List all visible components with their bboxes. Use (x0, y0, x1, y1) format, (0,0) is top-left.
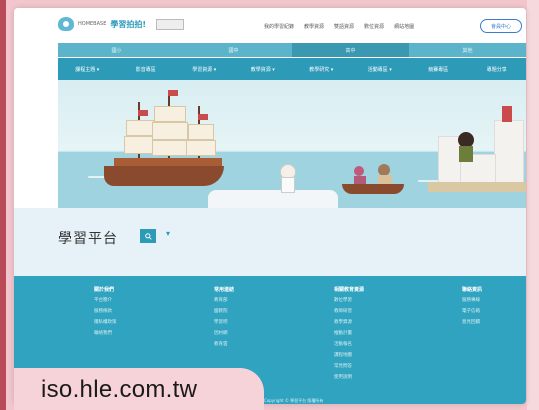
logo-subtext: HOMEBASE (78, 21, 107, 27)
top-links: 我的學習紀錄 教學資源 雙語資源 數位資源 網站地圖 (264, 23, 414, 30)
right-edge-stripe (527, 0, 539, 410)
footer-link[interactable]: 推動計畫 (334, 330, 364, 336)
footer-link[interactable]: 國教院 (214, 308, 234, 314)
footer-link[interactable]: 平台簡介 (94, 297, 117, 303)
top-link[interactable]: 教學資源 (304, 23, 324, 30)
footer-link[interactable]: 教育雲 (214, 341, 234, 347)
top-link[interactable]: 網站地圖 (394, 23, 414, 30)
footer-column: 關於我們 平台簡介 服務條款 隱私權政策 聯絡我們 (94, 286, 117, 341)
footer-link[interactable]: 服務條款 (94, 308, 117, 314)
hero-banner[interactable] (58, 80, 526, 208)
level-tabs: 國小 國中 高中 其他 (58, 43, 526, 57)
website-frame: HOMEBASE 學習拍拍! 我的學習紀錄 教學資源 雙語資源 數位資源 網站地… (14, 8, 526, 404)
top-link[interactable]: 雙語資源 (334, 23, 354, 30)
url-overlay-text: iso.hle.com.tw (41, 376, 198, 403)
ship-sail (154, 106, 186, 122)
ship-sail (188, 124, 214, 140)
ship-sail (126, 120, 154, 136)
search-icon (144, 232, 152, 240)
tab-level-active[interactable]: 高中 (292, 43, 409, 57)
top-link[interactable]: 數位資源 (364, 23, 384, 30)
footer-link[interactable]: 數位學習 (334, 297, 364, 303)
nav-item[interactable]: 教學研究 ▾ (292, 58, 351, 80)
site-logo[interactable]: HOMEBASE 學習拍拍! (58, 17, 185, 31)
member-center-button[interactable]: 會員中心 (480, 19, 522, 33)
platform-title: 學習平台 (58, 231, 118, 247)
logo-name: 學習拍拍! (110, 19, 147, 29)
nav-item[interactable]: 教學資源 ▾ (234, 58, 293, 80)
footer-link[interactable]: 教學資源 (334, 319, 364, 325)
ship-flag (168, 90, 178, 96)
logo-icon (58, 17, 74, 31)
footer-link[interactable]: 使用說明 (334, 374, 364, 380)
nav-item[interactable]: 課程主題 ▾ (58, 58, 117, 80)
footer-heading: 常用連結 (214, 287, 235, 293)
ship-sail (152, 140, 188, 156)
footer-column: 相關教育資源 數位學習 教師研習 教學資源 推動計畫 活動報名 課程地圖 常見問… (334, 286, 364, 385)
footer-link[interactable]: 意見回饋 (462, 319, 482, 325)
nav-item[interactable]: 影音專區 (117, 58, 176, 80)
footer-heading: 相關教育資源 (334, 287, 365, 293)
tab-level[interactable]: 國小 (58, 43, 175, 57)
footer-link[interactable]: 教育部 (214, 297, 234, 303)
footer-link[interactable]: 隱私權政策 (94, 319, 117, 325)
learning-platform-section: 學習平台 ▾ (14, 208, 526, 276)
footer-heading: 聯絡資訊 (462, 287, 483, 293)
top-link[interactable]: 我的學習紀錄 (264, 23, 294, 30)
character-body (281, 177, 295, 193)
boat-passenger (354, 166, 364, 176)
footer-link[interactable]: 常見問答 (334, 363, 364, 369)
bear-character-body (459, 146, 473, 162)
tab-level[interactable]: 國中 (175, 43, 292, 57)
rowing-boat (342, 184, 404, 194)
ship-sail (186, 140, 216, 156)
nav-item[interactable]: 競賽專區 (409, 58, 468, 80)
chevron-down-icon[interactable]: ▾ (166, 229, 170, 238)
nav-item[interactable]: 學習資源 ▾ (175, 58, 234, 80)
footer-link[interactable]: 服務專線 (462, 297, 482, 303)
footer-link[interactable]: 因材網 (214, 330, 234, 336)
nav-item[interactable]: 專題分享 (468, 58, 527, 80)
castle-flag (502, 106, 512, 122)
left-edge-stripe (0, 0, 6, 410)
footer-column: 聯絡資訊 服務專線 電子信箱 意見回饋 (462, 286, 482, 330)
tab-level[interactable]: 其他 (409, 43, 526, 57)
ship-flag (138, 110, 148, 116)
logo-badge (156, 18, 185, 30)
footer-link[interactable]: 學習吧 (214, 319, 234, 325)
platform-search-button[interactable] (140, 229, 156, 243)
member-button-label: 會員中心 (490, 23, 511, 30)
site-header: HOMEBASE 學習拍拍! 我的學習紀錄 教學資源 雙語資源 數位資源 網站地… (14, 8, 526, 44)
nav-item[interactable]: 活動專區 ▾ (351, 58, 410, 80)
footer-heading: 關於我們 (94, 287, 115, 293)
ship-flag (198, 114, 208, 120)
ship-hull (104, 166, 224, 186)
footer-link[interactable]: 活動報名 (334, 341, 364, 347)
shoreline (428, 182, 526, 192)
footer-column: 常用連結 教育部 國教院 學習吧 因材網 教育雲 (214, 286, 234, 352)
castle-tower (494, 120, 524, 184)
ship-sail (152, 122, 188, 140)
footer-link[interactable]: 電子信箱 (462, 308, 482, 314)
footer-link[interactable]: 聯絡我們 (94, 330, 117, 336)
footer-link[interactable]: 教師研習 (334, 308, 364, 314)
ice-floe (208, 190, 338, 208)
copyright-text: Copyright © 學習平台 版權所有 (264, 398, 324, 403)
footer-link[interactable]: 課程地圖 (334, 352, 364, 358)
main-navigation: 課程主題 ▾ 影音專區 學習資源 ▾ 教學資源 ▾ 教學研究 ▾ 活動專區 ▾ … (58, 58, 526, 80)
